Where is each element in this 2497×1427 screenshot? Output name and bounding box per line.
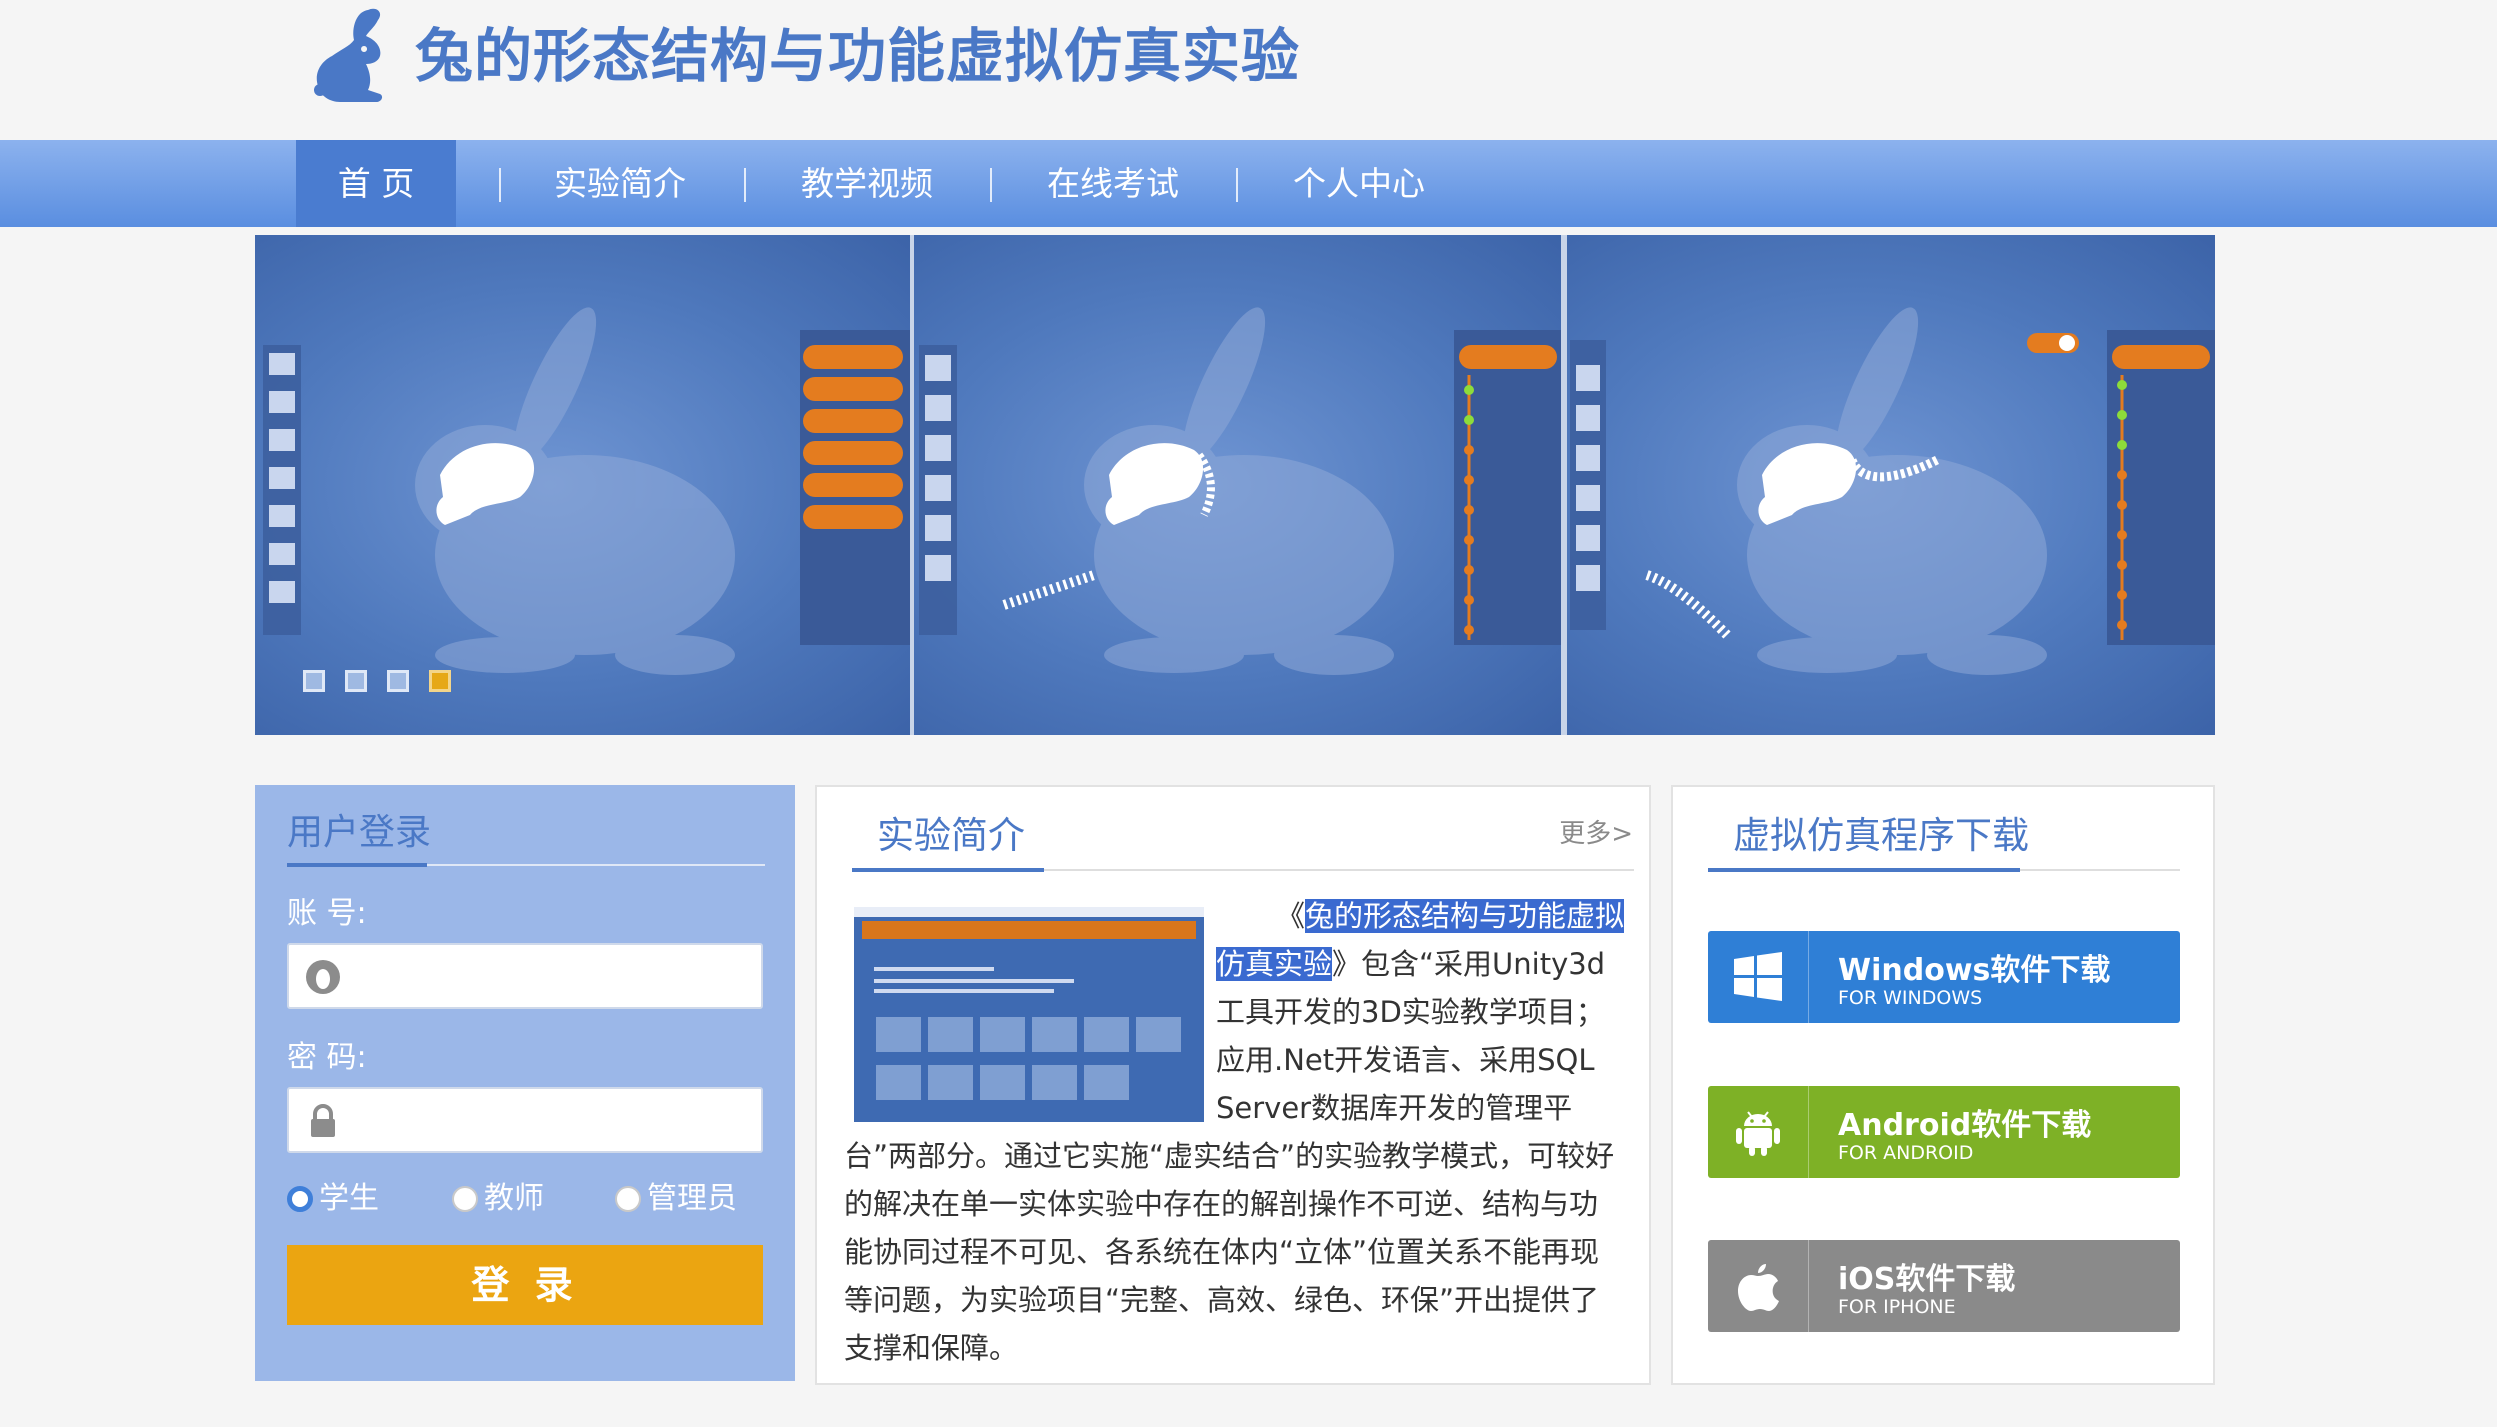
download-label: Windows软件下载 [1838, 953, 2111, 988]
rabbit-skeleton-illustration [1570, 307, 2215, 675]
apple-icon [1738, 1264, 1779, 1311]
rabbit-skeleton-illustration [263, 307, 910, 675]
nav-online-exam[interactable]: 在线考试 [1028, 140, 1198, 227]
radio-icon [615, 1186, 641, 1212]
account-field[interactable] [287, 943, 763, 1009]
download-sublabel: FOR WINDOWS [1838, 987, 1983, 1009]
nav-divider [990, 168, 992, 202]
login-panel: 用户登录 账 号: 密 码: 学生 教师 管理员 登 录 [255, 785, 795, 1381]
intro-title: 实验简介 [877, 814, 1025, 857]
login-button[interactable]: 登 录 [287, 1245, 763, 1325]
divider [1808, 931, 1809, 1023]
windows-icon [1734, 952, 1782, 1001]
account-input[interactable] [353, 953, 753, 1001]
download-panel: 虚拟仿真程序下载 Windows软件下载 FOR WINDOWS Android… [1671, 785, 2215, 1385]
site-title: 兔的形态结构与功能虚拟仿真实验 [415, 22, 1301, 90]
role-label: 管理员 [647, 1181, 737, 1216]
carousel-dot[interactable] [345, 670, 367, 692]
android-icon [1736, 1111, 1780, 1156]
divider [1808, 1240, 1809, 1332]
password-input[interactable] [353, 1097, 753, 1145]
lock-icon [311, 1104, 335, 1137]
android-download-button[interactable]: Android软件下载 FOR ANDROID [1708, 1086, 2180, 1178]
main-nav: 首 页 实验简介 教学视频 在线考试 个人中心 [0, 140, 2497, 227]
user-icon [306, 960, 340, 994]
divider [1808, 1086, 1809, 1178]
role-label: 教师 [484, 1181, 544, 1216]
site-header: 兔的形态结构与功能虚拟仿真实验 [0, 0, 2497, 140]
banner-slide-image [255, 235, 910, 735]
title-underline [1708, 868, 2020, 872]
download-title: 虚拟仿真程序下载 [1733, 814, 2029, 857]
download-label: iOS软件下载 [1838, 1262, 2016, 1297]
more-link[interactable]: 更多> [1559, 813, 1633, 850]
radio-selected-icon [287, 1186, 313, 1212]
nav-teaching-video[interactable]: 教学视频 [782, 140, 952, 227]
ios-download-button[interactable]: iOS软件下载 FOR IPHONE [1708, 1240, 2180, 1332]
download-label: Android软件下载 [1838, 1108, 2092, 1143]
role-student-radio[interactable]: 学生 [287, 1173, 379, 1217]
nav-personal-center[interactable]: 个人中心 [1274, 140, 1444, 227]
nav-divider [499, 168, 501, 202]
download-sublabel: FOR IPHONE [1838, 1296, 1956, 1318]
password-label: 密 码: [287, 1040, 367, 1075]
radio-icon [452, 1186, 478, 1212]
carousel-dot[interactable] [303, 670, 325, 692]
carousel-dot[interactable] [387, 670, 409, 692]
nav-divider [744, 168, 746, 202]
carousel-dot-active[interactable] [429, 670, 451, 692]
windows-download-button[interactable]: Windows软件下载 FOR WINDOWS [1708, 931, 2180, 1023]
banner-carousel[interactable] [255, 235, 2215, 735]
role-admin-radio[interactable]: 管理员 [615, 1173, 737, 1217]
login-title: 用户登录 [287, 812, 432, 853]
rabbit-logo-icon [314, 8, 383, 103]
password-field[interactable] [287, 1087, 763, 1153]
experiment-intro-panel: 实验简介 更多> 《兔的形态结构与功能虚拟仿真实验》包含“采用Unity3d工具… [815, 785, 1651, 1385]
banner-slide-image [1567, 235, 2215, 735]
nav-experiment-intro[interactable]: 实验简介 [535, 140, 705, 227]
role-label: 学生 [319, 1181, 379, 1216]
title-underline [852, 868, 1044, 872]
nav-home[interactable]: 首 页 [296, 140, 456, 227]
download-sublabel: FOR ANDROID [1838, 1142, 1974, 1164]
account-label: 账 号: [287, 896, 367, 931]
nav-divider [1236, 168, 1238, 202]
intro-description: 《兔的形态结构与功能虚拟仿真实验》包含“采用Unity3d工具开发的3D实验教学… [844, 892, 1626, 1372]
intro-text-open: 《 [1276, 899, 1306, 933]
role-teacher-radio[interactable]: 教师 [452, 1173, 544, 1217]
rabbit-skeleton-illustration [919, 307, 1561, 675]
banner-slide-image [914, 235, 1561, 735]
title-underline [287, 863, 427, 867]
